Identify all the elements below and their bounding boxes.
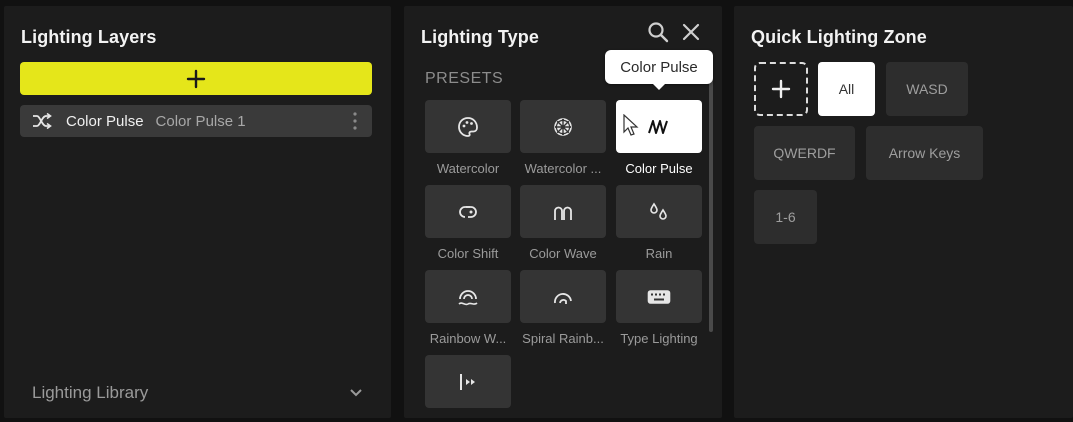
preset-label: Watercolor xyxy=(436,161,500,176)
add-zone-button[interactable] xyxy=(754,62,808,116)
lighting-type-panel: Lighting Type PRESETS Watercolor Waterco… xyxy=(404,6,722,418)
layer-item[interactable]: Color Pulse Color Pulse 1 xyxy=(20,105,372,137)
preset-color-shift[interactable] xyxy=(425,185,511,238)
keyboard-icon xyxy=(647,289,671,304)
preset-label: Color Pulse xyxy=(625,161,693,176)
visualizer-icon xyxy=(460,373,475,390)
zone-qwerdf-button[interactable]: QWERDF xyxy=(754,126,855,180)
preset-label: Watercolor ... xyxy=(524,161,602,176)
preset-visualizer[interactable] xyxy=(425,355,511,408)
lighting-layers-panel: Lighting Layers Color Pulse Color Pulse … xyxy=(4,6,391,418)
preset-label: Rainbow W... xyxy=(429,331,507,346)
quick-lighting-zone-panel: Quick Lighting Zone All WASD QWERDF Arro… xyxy=(734,6,1073,418)
wheel-icon xyxy=(554,117,572,136)
search-icon[interactable] xyxy=(647,21,669,43)
preset-label: Spiral Rainb... xyxy=(522,331,604,346)
zone-wasd-button[interactable]: WASD xyxy=(886,62,968,116)
preset-type-lighting[interactable] xyxy=(616,270,702,323)
preset-rain[interactable] xyxy=(616,185,702,238)
zone-all-button[interactable]: All xyxy=(818,62,875,116)
wave-icon xyxy=(554,206,572,220)
presets-section-label: PRESETS xyxy=(425,70,504,87)
pulse-wave-icon xyxy=(648,119,668,134)
preset-rainbow-wave[interactable] xyxy=(425,270,511,323)
app-root: Lighting Layers Color Pulse Color Pulse … xyxy=(0,0,1073,422)
preset-watercolor[interactable] xyxy=(425,100,511,153)
plus-icon xyxy=(186,69,206,88)
lighting-type-title: Lighting Type xyxy=(421,27,539,47)
spiral-icon xyxy=(554,292,572,304)
preset-label: Type Lighting xyxy=(620,331,698,346)
chevron-down-icon xyxy=(350,389,362,397)
plus-icon xyxy=(771,79,791,99)
preset-watercolor-2[interactable] xyxy=(520,100,606,153)
shift-icon xyxy=(459,205,477,218)
cursor-icon xyxy=(623,114,639,136)
preset-color-wave[interactable] xyxy=(520,185,606,238)
lighting-layers-title: Lighting Layers xyxy=(21,27,157,47)
layer-name: Color Pulse xyxy=(66,112,144,130)
palette-icon xyxy=(458,116,478,137)
layer-instance-name: Color Pulse 1 xyxy=(155,112,246,130)
lighting-library-toggle[interactable]: Lighting Library xyxy=(32,382,363,404)
preset-color-pulse[interactable] xyxy=(616,100,702,153)
rainbow-wave-icon xyxy=(458,289,478,305)
add-layer-button[interactable] xyxy=(20,62,372,95)
zone-arrow-keys-button[interactable]: Arrow Keys xyxy=(866,126,983,180)
rain-drops-icon xyxy=(650,202,667,220)
preset-tooltip: Color Pulse xyxy=(605,50,713,90)
presets-scrollbar[interactable] xyxy=(709,76,713,332)
kebab-menu-icon[interactable] xyxy=(352,111,358,131)
preset-spiral-rainbow[interactable] xyxy=(520,270,606,323)
close-icon[interactable] xyxy=(680,21,702,43)
zone-1-6-button[interactable]: 1-6 xyxy=(754,190,817,244)
lighting-library-label: Lighting Library xyxy=(32,383,149,402)
preset-label: Color Shift xyxy=(437,246,499,261)
quick-lighting-zone-title: Quick Lighting Zone xyxy=(751,27,927,47)
preset-label: Rain xyxy=(645,246,673,261)
preset-label: Color Wave xyxy=(529,246,597,261)
shuffle-icon xyxy=(33,113,52,129)
